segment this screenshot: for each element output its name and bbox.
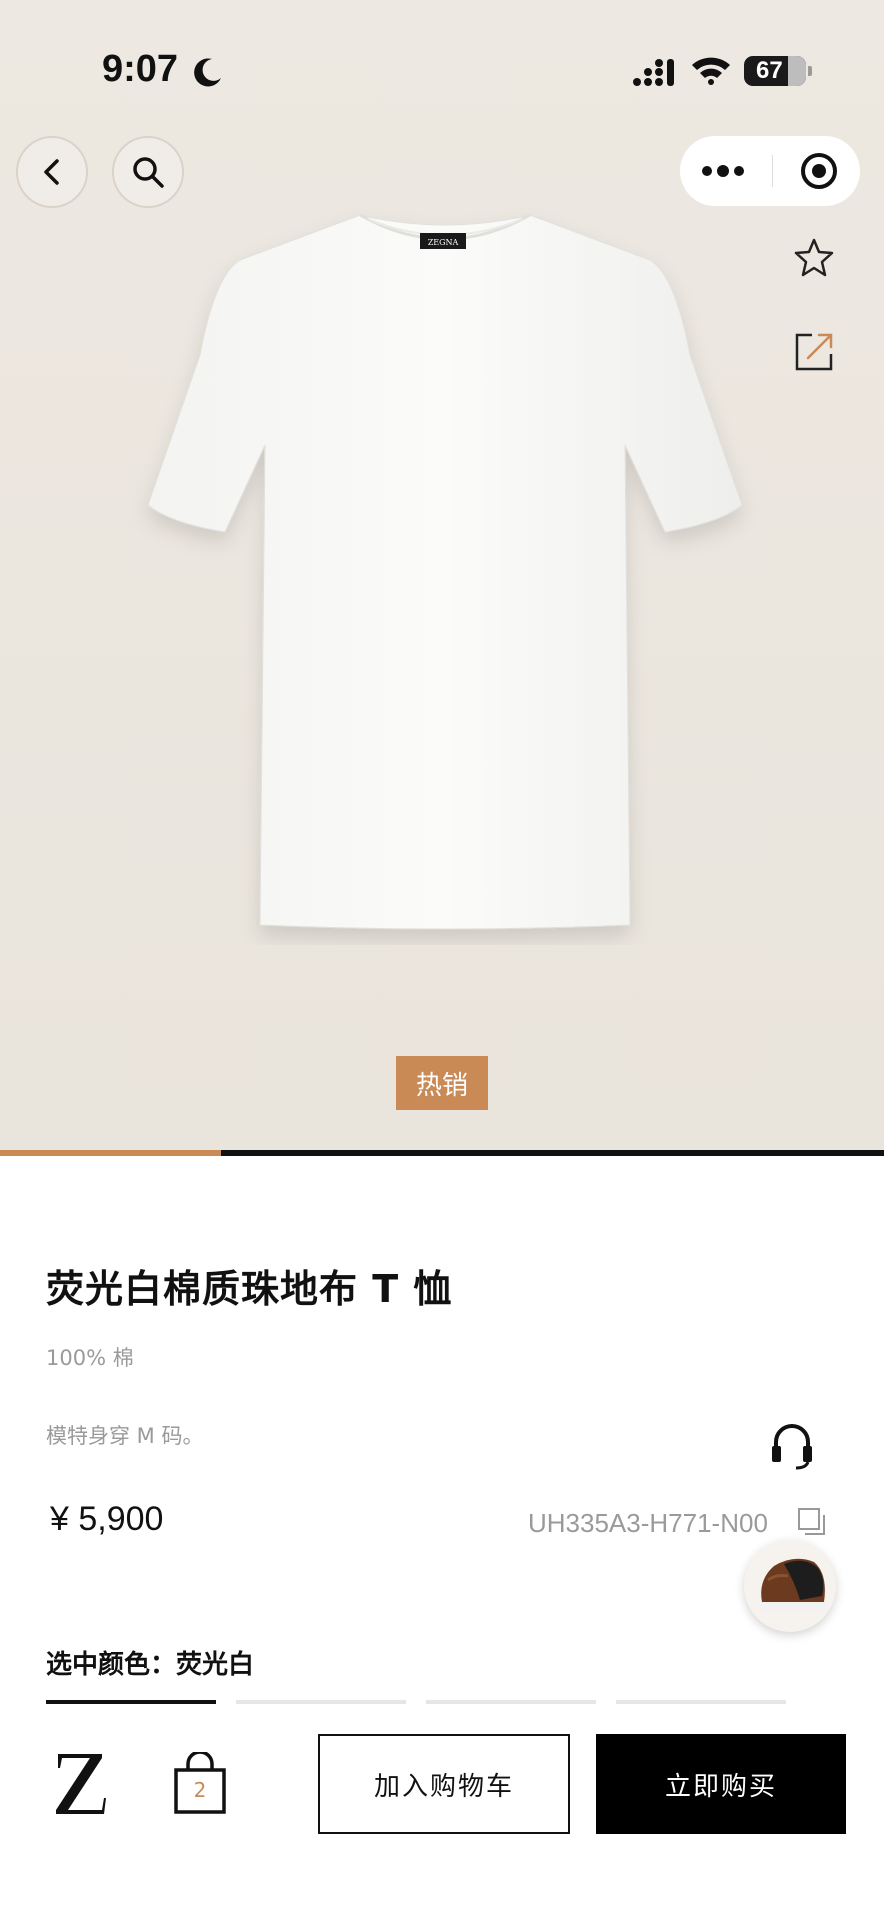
- copy-icon[interactable]: [796, 1506, 828, 1538]
- favorite-button[interactable]: [788, 232, 840, 284]
- product-material: 100% 棉: [46, 1346, 134, 1370]
- carousel-progress-fill: [0, 1150, 221, 1156]
- battery-tip: [808, 66, 812, 76]
- battery-level: 67: [756, 57, 783, 84]
- recommended-product-bubble[interactable]: [744, 1540, 836, 1632]
- zegna-logo-icon[interactable]: [52, 1750, 108, 1816]
- buy-now-button[interactable]: 立即购买: [596, 1734, 846, 1834]
- carousel-progress-bar: [0, 1150, 884, 1156]
- share-icon: [795, 333, 833, 371]
- status-bar: 9:07 67: [0, 0, 884, 140]
- model-size-note: 模特身穿 M 码。: [46, 1424, 204, 1448]
- product-image-carousel[interactable]: 9:07 67 ZEGNA 热销: [0, 0, 884, 1150]
- more-button[interactable]: [680, 164, 766, 178]
- bag-count: 2: [193, 1778, 207, 1802]
- search-icon: [133, 157, 164, 188]
- selected-color-label: 选中颜色：荧光白: [46, 1650, 255, 1680]
- share-button[interactable]: [788, 326, 840, 378]
- search-button[interactable]: [112, 136, 184, 208]
- shirt-label: ZEGNA: [428, 238, 459, 247]
- signal-icon: [633, 59, 674, 86]
- customer-service-icon[interactable]: [768, 1420, 816, 1472]
- battery-indicator: 67: [744, 56, 806, 86]
- chevron-left-icon: [44, 159, 59, 185]
- product-price: ¥ 5,900: [50, 1500, 164, 1538]
- wifi-icon: [692, 57, 730, 85]
- shoe-thumbnail: [760, 1558, 826, 1610]
- more-dots-icon: [702, 165, 744, 177]
- back-button[interactable]: [16, 136, 88, 208]
- status-time: 9:07: [102, 48, 179, 90]
- star-icon: [794, 238, 834, 277]
- add-to-cart-button[interactable]: 加入购物车: [318, 1734, 570, 1834]
- target-icon: [801, 153, 837, 189]
- hot-sale-badge: 热销: [396, 1056, 488, 1110]
- product-title: 荧光白棉质珠地布 T 恤: [46, 1267, 453, 1311]
- mini-program-capsule: [680, 136, 860, 206]
- close-miniprogram-button[interactable]: [779, 151, 859, 191]
- moon-icon: [194, 58, 221, 87]
- product-sku: UH335A3-H771-N00: [528, 1508, 768, 1538]
- product-image: ZEGNA: [147, 213, 743, 930]
